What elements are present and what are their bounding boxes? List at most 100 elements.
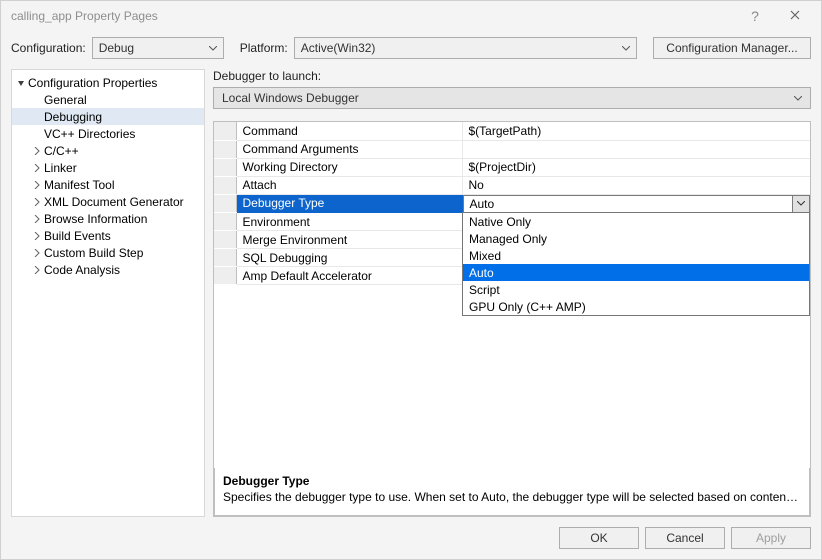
config-row: Configuration: Debug Platform: Active(Wi… (1, 31, 821, 69)
tree-item-label: Debugging (44, 110, 102, 124)
dropdown-item[interactable]: Managed Only (463, 230, 809, 247)
tree-item-label: Linker (44, 161, 77, 175)
window-title: calling_app Property Pages (11, 9, 735, 23)
chevron-right-icon (30, 164, 44, 172)
apply-button[interactable]: Apply (731, 527, 811, 549)
tree-item-label: XML Document Generator (44, 195, 184, 209)
property-name: Attach (236, 176, 462, 194)
property-value[interactable]: No (462, 176, 810, 194)
row-gutter (214, 122, 236, 140)
tree-item-label: Custom Build Step (44, 246, 143, 260)
tree-item[interactable]: Custom Build Step (12, 244, 204, 261)
configuration-manager-button[interactable]: Configuration Manager... (653, 37, 811, 59)
chevron-right-icon (30, 232, 44, 240)
dropdown-item[interactable]: Auto (463, 264, 809, 281)
tree-item-label: VC++ Directories (44, 127, 135, 141)
property-row[interactable]: Debugger TypeAuto (214, 194, 810, 213)
property-value[interactable]: Auto (462, 194, 810, 213)
chevron-right-icon (30, 249, 44, 257)
property-value-text: Auto (464, 197, 793, 211)
property-row[interactable]: AttachNo (214, 176, 810, 194)
property-name: Debugger Type (236, 194, 462, 213)
property-name: Command Arguments (236, 140, 462, 158)
close-icon[interactable] (775, 9, 815, 23)
chevron-down-icon[interactable] (792, 196, 809, 212)
property-name: Merge Environment (236, 231, 462, 249)
row-gutter (214, 249, 236, 267)
dialog-buttons: OK Cancel Apply (1, 521, 821, 559)
description-body: Specifies the debugger type to use. When… (223, 490, 801, 504)
tree-item[interactable]: XML Document Generator (12, 193, 204, 210)
dropdown-item[interactable]: Script (463, 281, 809, 298)
tree-item-label: General (44, 93, 87, 107)
property-value[interactable]: $(TargetPath) (462, 122, 810, 140)
tree-item-label: Build Events (44, 229, 111, 243)
chevron-right-icon (30, 215, 44, 223)
row-gutter (214, 231, 236, 249)
platform-value: Active(Win32) (301, 41, 376, 55)
tree-item-label: C/C++ (44, 144, 79, 158)
row-gutter (214, 213, 236, 231)
tree-root-label: Configuration Properties (28, 76, 157, 90)
property-row[interactable]: Working Directory$(ProjectDir) (214, 158, 810, 176)
debugger-type-dropdown[interactable]: Native OnlyManaged OnlyMixedAutoScriptGP… (462, 212, 810, 316)
tree-item[interactable]: Debugging (12, 108, 204, 125)
tree-item[interactable]: Browse Information (12, 210, 204, 227)
tree-item-label: Browse Information (44, 212, 147, 226)
chevron-right-icon (30, 147, 44, 155)
configuration-select[interactable]: Debug (92, 37, 224, 59)
debugger-launch-select[interactable]: Local Windows Debugger (213, 87, 811, 109)
titlebar: calling_app Property Pages ? (1, 1, 821, 31)
tree-item[interactable]: General (12, 91, 204, 108)
dropdown-item[interactable]: Mixed (463, 247, 809, 264)
chevron-down-icon (14, 79, 28, 87)
platform-select[interactable]: Active(Win32) (294, 37, 637, 59)
tree-item-label: Code Analysis (44, 263, 120, 277)
debugger-launch-label: Debugger to launch: (213, 69, 811, 83)
chevron-down-icon (209, 46, 217, 51)
configuration-value: Debug (99, 41, 134, 55)
property-row[interactable]: Command Arguments (214, 140, 810, 158)
dropdown-item[interactable]: GPU Only (C++ AMP) (463, 298, 809, 315)
property-name: Command (236, 122, 462, 140)
property-row[interactable]: Command$(TargetPath) (214, 122, 810, 140)
description-panel: Debugger Type Specifies the debugger typ… (214, 468, 810, 516)
tree-root[interactable]: Configuration Properties (12, 74, 204, 91)
property-value[interactable] (462, 140, 810, 158)
tree-item-label: Manifest Tool (44, 178, 114, 192)
property-name: SQL Debugging (236, 249, 462, 267)
tree-item[interactable]: C/C++ (12, 142, 204, 159)
property-name: Working Directory (236, 158, 462, 176)
row-gutter (214, 158, 236, 176)
row-gutter (214, 194, 236, 213)
tree-item[interactable]: Linker (12, 159, 204, 176)
row-gutter (214, 140, 236, 158)
chevron-right-icon (30, 198, 44, 206)
tree-item[interactable]: VC++ Directories (12, 125, 204, 142)
dropdown-item[interactable]: Native Only (463, 213, 809, 230)
property-value[interactable]: $(ProjectDir) (462, 158, 810, 176)
debugger-launch-value: Local Windows Debugger (222, 91, 359, 105)
configuration-label: Configuration: (11, 41, 86, 55)
tree-item[interactable]: Manifest Tool (12, 176, 204, 193)
property-name: Environment (236, 213, 462, 231)
tree-item[interactable]: Code Analysis (12, 261, 204, 278)
chevron-down-icon (622, 46, 630, 51)
property-name: Amp Default Accelerator (236, 267, 462, 285)
help-icon[interactable]: ? (735, 8, 775, 24)
ok-button[interactable]: OK (559, 527, 639, 549)
platform-label: Platform: (240, 41, 288, 55)
property-grid: Command$(TargetPath)Command ArgumentsWor… (213, 121, 811, 517)
right-column: Debugger to launch: Local Windows Debugg… (213, 69, 811, 517)
chevron-right-icon (30, 181, 44, 189)
row-gutter (214, 267, 236, 285)
tree-item[interactable]: Build Events (12, 227, 204, 244)
config-tree: Configuration Properties General Debuggin… (11, 69, 205, 517)
description-title: Debugger Type (223, 474, 801, 488)
main-area: Configuration Properties General Debuggin… (1, 69, 821, 521)
chevron-down-icon (794, 96, 802, 101)
row-gutter (214, 176, 236, 194)
chevron-right-icon (30, 266, 44, 274)
cancel-button[interactable]: Cancel (645, 527, 725, 549)
property-pages-dialog: calling_app Property Pages ? Configurati… (0, 0, 822, 560)
